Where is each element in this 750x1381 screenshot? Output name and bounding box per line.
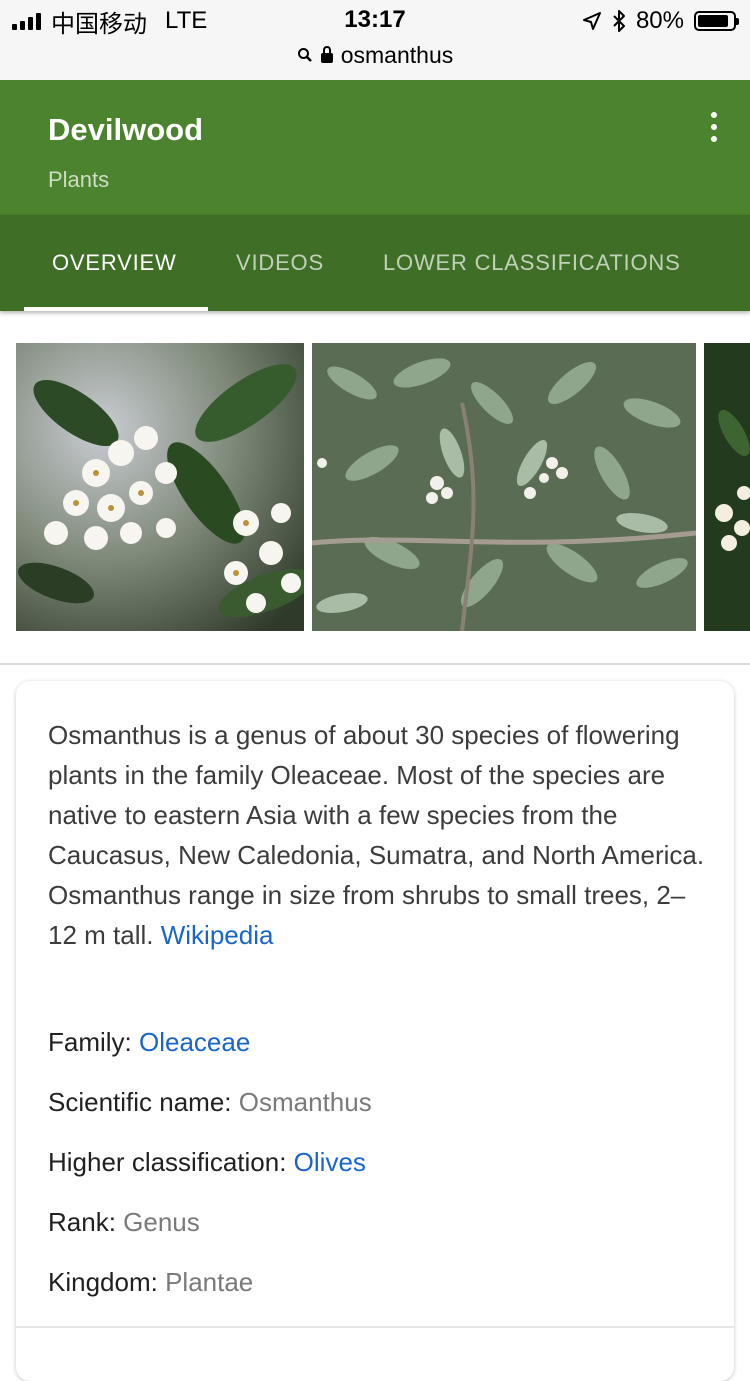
description-card: Osmanthus is a genus of about 30 species… (16, 681, 734, 1381)
plant-image-1[interactable] (16, 343, 304, 631)
fact-kingdom: Kingdom: Plantae (48, 1267, 253, 1298)
plant-image-3[interactable] (704, 343, 750, 631)
more-options-icon[interactable] (702, 112, 726, 142)
url-text: osmanthus (340, 41, 454, 68)
image-carousel[interactable] (0, 343, 750, 631)
wikipedia-link[interactable]: Wikipedia (161, 920, 274, 950)
bluetooth-icon (613, 10, 625, 32)
description-text: Osmanthus is a genus of about 30 species… (48, 715, 708, 955)
description-body: Osmanthus is a genus of about 30 species… (48, 720, 705, 950)
status-right: 80% (582, 6, 739, 36)
fact-scientific-name: Scientific name: Osmanthus (48, 1087, 372, 1118)
status-bar: 中国移动 LTE 13:17 80% osmanthus (0, 0, 750, 80)
fact-value: Genus (123, 1207, 200, 1237)
lock-icon (320, 46, 333, 63)
battery-icon (694, 11, 739, 31)
fact-value-link[interactable]: Oleaceae (139, 1027, 250, 1057)
page-subtitle: Plants (48, 167, 110, 192)
tab-overview[interactable]: OVERVIEW (52, 215, 177, 311)
tab-videos[interactable]: VIDEOS (236, 215, 324, 311)
fact-label: Higher classification: (48, 1147, 287, 1177)
fact-rank: Rank: Genus (48, 1207, 200, 1238)
fact-value: Plantae (165, 1267, 254, 1297)
tab-lower-classifications[interactable]: LOWER CLASSIFICATIONS (383, 215, 681, 311)
fact-label: Rank: (48, 1207, 116, 1237)
fact-family: Family: Oleaceae (48, 1027, 250, 1058)
tab-bar: OVERVIEW VIDEOS LOWER CLASSIFICATIONS (0, 215, 750, 311)
plant-image-2[interactable] (312, 343, 696, 631)
fact-value-link[interactable]: Olives (294, 1147, 366, 1177)
active-tab-indicator (24, 307, 208, 311)
search-icon (297, 48, 312, 62)
fact-label: Kingdom: (48, 1267, 158, 1297)
fact-label: Family: (48, 1027, 132, 1057)
url-bar[interactable]: osmanthus (0, 40, 750, 70)
location-arrow-icon (582, 12, 601, 30)
knowledge-header: Devilwood Plants (0, 80, 750, 215)
battery-percent: 80% (635, 7, 684, 34)
fact-value: Osmanthus (238, 1087, 372, 1117)
card-divider (16, 1326, 734, 1328)
fact-higher-classification: Higher classification: Olives (48, 1147, 366, 1178)
fact-label: Scientific name: (48, 1087, 232, 1117)
page-title: Devilwood (48, 112, 204, 147)
section-divider (0, 663, 750, 665)
